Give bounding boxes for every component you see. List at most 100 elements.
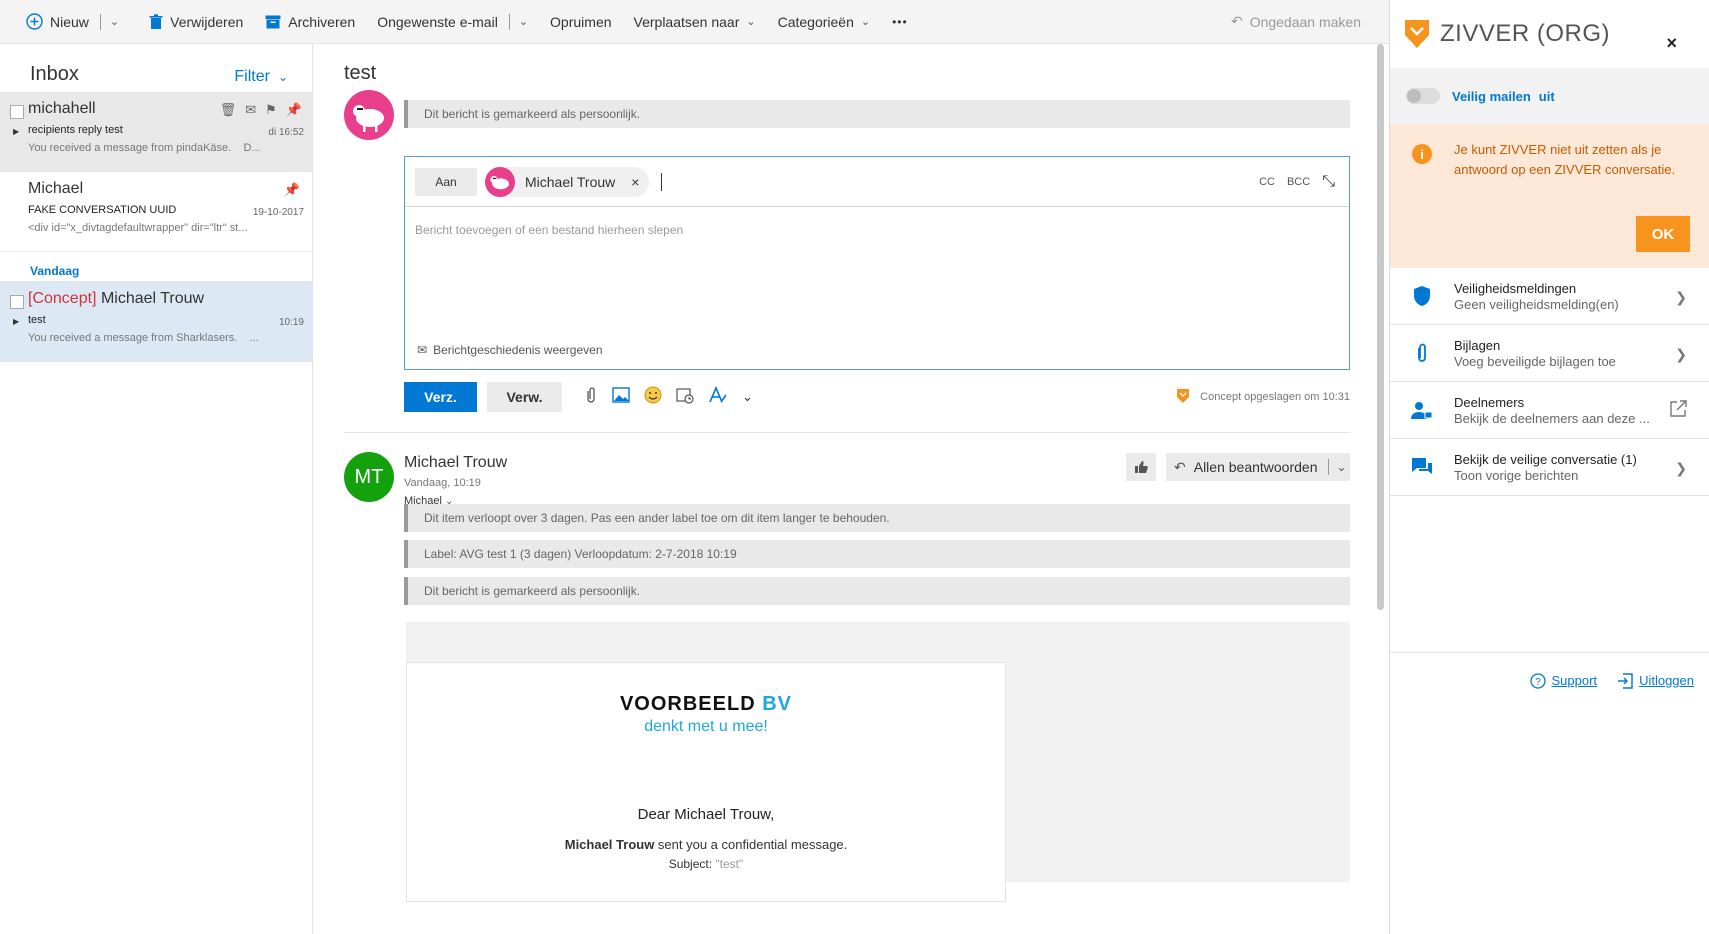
draft-saved-status: Concept opgeslagen om 10:31 <box>1176 388 1350 407</box>
email-sent-line: Michael Trouw sent you a confidential me… <box>564 837 848 852</box>
sweep-button-label: Opruimen <box>550 13 612 30</box>
zivver-footer: ? Support Uitloggen <box>1390 652 1709 708</box>
schedule-meeting-icon[interactable] <box>676 386 694 409</box>
expand-conversation-icon[interactable]: ▶ <box>13 127 19 136</box>
warning-text: Je kunt ZIVVER niet uit zetten als je an… <box>1454 142 1676 177</box>
zivver-header: ZIVVER (ORG) <box>1390 0 1709 68</box>
reply-all-button[interactable]: ↶ Allen beantwoorden ⌄ <box>1166 453 1350 481</box>
select-checkbox[interactable] <box>10 105 24 119</box>
support-link[interactable]: ? Support <box>1529 672 1598 689</box>
recipient-avatar <box>485 166 515 197</box>
show-history-link[interactable]: ✉ Berichtgeschiedenis weergeven <box>417 343 603 357</box>
more-icon: ••• <box>892 14 908 29</box>
sender-avatar: MT <box>344 452 394 502</box>
thumbs-up-icon <box>1135 461 1148 474</box>
sender-name[interactable]: Michael Trouw <box>404 454 507 472</box>
ok-button[interactable]: OK <box>1636 216 1690 252</box>
personal-notice: Dit bericht is gemarkeerd als persoonlij… <box>404 100 1350 128</box>
expand-icon[interactable]: ⤡ <box>1322 173 1335 191</box>
sheep-avatar-icon <box>490 175 509 189</box>
bcc-button[interactable]: BCC <box>1287 176 1310 188</box>
people-lock-icon <box>1410 400 1434 420</box>
format-text-icon[interactable] <box>708 385 728 409</box>
close-icon[interactable]: × <box>1666 33 1677 54</box>
emoji-icon[interactable] <box>644 386 662 409</box>
attach-icon[interactable] <box>584 386 598 409</box>
message-body-input[interactable]: Bericht toevoegen of een bestand hierhee… <box>405 207 1349 237</box>
move-to-button-label: Verplaatsen naar <box>633 13 740 30</box>
chevron-down-icon[interactable]: ⌄ <box>742 389 753 405</box>
cc-button[interactable]: CC <box>1259 176 1275 188</box>
split-separator <box>1327 459 1329 475</box>
delete-icon[interactable]: 🗑 <box>220 102 237 118</box>
remove-recipient-icon[interactable]: × <box>631 174 639 190</box>
concept-tag: [Concept] <box>28 290 97 307</box>
zivver-item-subtitle: Geen veiligheidsmelding(en) <box>1454 296 1619 312</box>
zivver-item-attachments[interactable]: Bijlagen Voeg beveiligde bijlagen toe ❯ <box>1390 325 1709 382</box>
logout-label: Uitloggen <box>1639 673 1694 688</box>
to-button[interactable]: Aan <box>415 167 477 196</box>
chevron-down-icon[interactable]: ⌄ <box>110 15 119 28</box>
chat-icon <box>1410 457 1434 477</box>
like-button[interactable] <box>1126 453 1156 481</box>
external-link-icon <box>1669 400 1687 421</box>
expand-conversation-icon[interactable]: ▶ <box>13 317 19 326</box>
list-item[interactable]: Michael FAKE CONVERSATION UUID <div id="… <box>0 172 312 252</box>
secure-mail-label: Veilig mailen <box>1452 88 1531 104</box>
sweep-button[interactable]: Opruimen <box>550 14 611 30</box>
new-button[interactable]: Nieuw ⌄ <box>26 13 119 30</box>
personal-notice: Dit bericht is gemarkeerd als persoonlij… <box>404 577 1350 605</box>
trash-icon <box>149 13 163 29</box>
insert-picture-icon[interactable] <box>612 386 630 408</box>
recipient-name: Michael Trouw <box>525 173 616 190</box>
discard-button[interactable]: Verw. <box>487 382 562 412</box>
command-toolbar: Nieuw ⌄ Verwijderen Archiveren Ongewenst… <box>0 0 1389 44</box>
quick-actions: 🗑 ✉ ⚑ 📌 <box>220 102 302 118</box>
delete-button-label: Verwijderen <box>170 13 244 30</box>
junk-button-label: Ongewenste e-mail <box>377 13 498 30</box>
zivver-item-conversation[interactable]: Bekijk de veilige conversatie (1) Toon v… <box>1390 439 1709 496</box>
mark-read-icon[interactable]: ✉ <box>245 102 256 118</box>
zivver-item-participants[interactable]: Deelnemers Bekijk de deelnemers aan deze… <box>1390 382 1709 439</box>
pin-icon[interactable]: 📌 <box>284 182 300 198</box>
categories-button[interactable]: Categorieën ⌄ <box>778 14 871 30</box>
chevron-down-icon[interactable]: ⌄ <box>1337 460 1347 474</box>
send-button[interactable]: Verz. <box>404 382 477 412</box>
zivver-item-security[interactable]: Veiligheidsmeldingen Geen veiligheidsmel… <box>1390 268 1709 325</box>
list-item[interactable]: [Concept] Michael Trouw ▶ test You recei… <box>0 282 312 362</box>
flag-icon[interactable]: ⚑ <box>265 102 277 118</box>
zivver-item-title: Bekijk de veilige conversatie (1) <box>1454 451 1637 467</box>
list-item-time: 10:19 <box>278 317 304 328</box>
list-item[interactable]: michahell ▶ recipients reply test You re… <box>0 92 312 172</box>
reading-pane-scrollbar[interactable] <box>1377 44 1384 610</box>
chevron-right-icon: ❯ <box>1675 460 1687 476</box>
logout-link[interactable]: Uitloggen <box>1617 672 1694 689</box>
chevron-right-icon: ❯ <box>1675 289 1687 305</box>
message-list-pane: Inbox Filter ⌄ michahell ▶ recipients re… <box>0 44 313 934</box>
folder-title: Inbox <box>30 63 79 85</box>
message-date: Vandaag, 10:19 <box>404 477 481 489</box>
avatar <box>344 90 394 140</box>
junk-button[interactable]: Ongewenste e-mail ⌄ <box>377 13 528 30</box>
archive-button-label: Archiveren <box>288 13 356 30</box>
show-history-label: Berichtgeschiedenis weergeven <box>433 343 603 357</box>
zivver-item-subtitle: Bekijk de deelnemers aan deze ... <box>1454 410 1650 426</box>
move-to-button[interactable]: Verplaatsen naar ⌄ <box>634 14 756 30</box>
archive-button[interactable]: Archiveren <box>265 14 355 30</box>
chevron-down-icon[interactable]: ⌄ <box>519 15 528 28</box>
undo-button-label: Ongedaan maken <box>1249 13 1361 30</box>
more-actions-button[interactable]: ••• <box>892 15 908 29</box>
outlook-app: Nieuw ⌄ Verwijderen Archiveren Ongewenst… <box>0 0 1709 934</box>
secure-mail-toggle[interactable] <box>1406 88 1440 104</box>
filter-button[interactable]: Filter ⌄ <box>234 68 288 86</box>
pin-icon[interactable]: 📌 <box>286 102 302 118</box>
select-checkbox[interactable] <box>10 295 24 309</box>
delete-button[interactable]: Verwijderen <box>149 14 243 30</box>
undo-button[interactable]: ↶ Ongedaan maken <box>1231 13 1361 30</box>
zivver-item-subtitle: Toon vorige berichten <box>1454 467 1579 483</box>
logout-icon <box>1618 672 1633 689</box>
recipient-chip[interactable]: Michael Trouw × <box>485 166 650 197</box>
draft-saved-label: Concept opgeslagen om 10:31 <box>1200 391 1350 403</box>
support-label: Support <box>1551 673 1598 688</box>
secure-mail-state: uit <box>1538 88 1555 104</box>
